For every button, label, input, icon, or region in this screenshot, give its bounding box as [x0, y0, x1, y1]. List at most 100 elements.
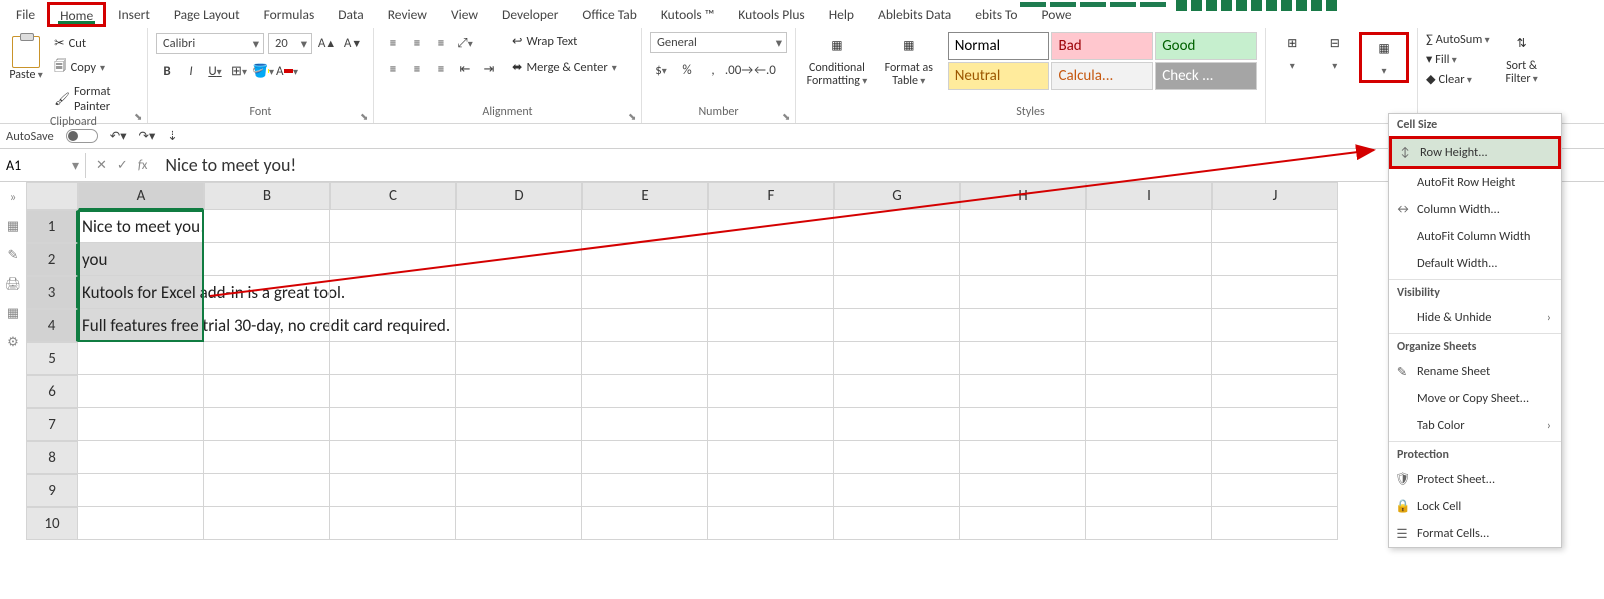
dialog-launcher-icon[interactable]: ⬊	[360, 110, 370, 120]
menu-autofit-row[interactable]: AutoFit Row Height	[1389, 169, 1561, 196]
clear-button[interactable]: ◆ Clear	[1426, 71, 1490, 87]
cell-a4[interactable]: Full features free trial 30-day, no cred…	[78, 309, 204, 342]
autosave-toggle[interactable]	[66, 129, 98, 143]
style-neutral[interactable]: Neutral	[948, 62, 1050, 90]
tab-file[interactable]: File	[4, 2, 47, 27]
autosum-button[interactable]: ∑ AutoSum	[1426, 32, 1490, 47]
menu-lock-cell[interactable]: 🔒Lock Cell	[1389, 493, 1561, 520]
format-cells-button[interactable]: ▦	[1364, 37, 1404, 78]
align-bottom-button[interactable]: ≡	[430, 32, 452, 54]
col-header-i[interactable]: I	[1086, 182, 1212, 210]
font-name-select[interactable]: Calibri	[156, 33, 264, 54]
cancel-formula-button[interactable]: ✕	[96, 158, 107, 173]
decrease-decimal-button[interactable]: ←.0	[754, 59, 776, 81]
formula-input[interactable]: Nice to meet you!	[157, 150, 1604, 180]
tab-data[interactable]: Data	[326, 2, 375, 27]
format-as-table-button[interactable]: ▦Format as Table	[876, 34, 942, 88]
font-size-select[interactable]: 20	[268, 33, 312, 54]
menu-row-height[interactable]: ↕Row Height...	[1392, 139, 1558, 166]
menu-rename-sheet[interactable]: ✎Rename Sheet	[1389, 358, 1561, 385]
indent-decrease-button[interactable]: ⇤	[454, 58, 476, 80]
row-header[interactable]: 3	[26, 276, 78, 309]
tab-ablebits[interactable]: Ablebits Data	[866, 2, 963, 27]
italic-button[interactable]: I	[180, 60, 202, 82]
paste-button[interactable]: Paste	[8, 32, 44, 115]
col-header-b[interactable]: B	[204, 182, 330, 210]
menu-hide-unhide[interactable]: Hide & Unhide	[1389, 304, 1561, 331]
align-top-button[interactable]: ≡	[382, 32, 404, 54]
style-bad[interactable]: Bad	[1051, 32, 1153, 60]
menu-move-copy[interactable]: Move or Copy Sheet...	[1389, 385, 1561, 412]
fill-button[interactable]: ▾ Fill	[1426, 51, 1490, 67]
cell-a3[interactable]: Kutools for Excel add-in is a great tool…	[78, 276, 204, 309]
grid-icon[interactable]: ▦	[7, 306, 19, 321]
increase-font-button[interactable]: A▲	[316, 32, 338, 54]
cell-a1[interactable]: Nice to meet you!	[78, 210, 204, 243]
copy-button[interactable]: Copy	[50, 56, 139, 79]
col-header-g[interactable]: G	[834, 182, 960, 210]
menu-column-width[interactable]: ↔Column Width...	[1389, 196, 1561, 223]
tab-review[interactable]: Review	[376, 2, 439, 27]
number-format-select[interactable]: General	[650, 32, 787, 53]
cell-styles-gallery[interactable]: Normal Bad Good Neutral Calcula... Check…	[948, 32, 1257, 90]
row-header[interactable]: 1	[26, 210, 78, 243]
accounting-format-button[interactable]: $	[650, 59, 672, 81]
settings-icon[interactable]: ⚙	[7, 335, 19, 350]
underline-button[interactable]: U	[204, 60, 226, 82]
border-button[interactable]: ⊞	[228, 60, 250, 82]
row-header[interactable]: 8	[26, 441, 78, 474]
name-box[interactable]: A1▾	[0, 153, 86, 178]
menu-tab-color[interactable]: Tab Color	[1389, 412, 1561, 439]
insert-cells-button[interactable]: ⊞	[1274, 32, 1311, 83]
conditional-formatting-button[interactable]: ▦Conditional Formatting	[804, 34, 870, 88]
style-calculation[interactable]: Calcula...	[1051, 62, 1153, 90]
row-header[interactable]: 4	[26, 309, 78, 342]
tab-office-tab[interactable]: Office Tab	[570, 2, 648, 27]
fill-color-button[interactable]: 🪣	[252, 60, 274, 82]
tab-view[interactable]: View	[439, 2, 490, 27]
tab-page-layout[interactable]: Page Layout	[162, 2, 252, 27]
enter-formula-button[interactable]: ✓	[117, 158, 128, 173]
col-header-c[interactable]: C	[330, 182, 456, 210]
row-header[interactable]: 2	[26, 243, 78, 276]
decrease-font-button[interactable]: A▼	[342, 32, 364, 54]
style-check[interactable]: Check ...	[1155, 62, 1257, 90]
tab-formulas[interactable]: Formulas	[252, 2, 327, 27]
dialog-launcher-icon[interactable]: ⬊	[628, 110, 638, 120]
tab-developer[interactable]: Developer	[490, 2, 570, 27]
row-header[interactable]: 10	[26, 507, 78, 540]
wrap-text-button[interactable]: ↩Wrap Text	[508, 32, 621, 50]
fx-button[interactable]: fx	[138, 158, 148, 173]
indent-increase-button[interactable]: ⇥	[478, 58, 500, 80]
style-good[interactable]: Good	[1155, 32, 1257, 60]
align-right-button[interactable]: ≡	[430, 58, 452, 80]
delete-cells-button[interactable]: ⊟	[1317, 32, 1354, 83]
menu-default-width[interactable]: Default Width...	[1389, 250, 1561, 277]
orientation-button[interactable]: ⤢	[454, 32, 476, 54]
increase-decimal-button[interactable]: .00→	[728, 59, 750, 81]
dialog-launcher-icon[interactable]: ⬊	[134, 110, 144, 120]
merge-center-button[interactable]: ⬌Merge & Center	[508, 58, 621, 76]
sort-filter-button[interactable]: ⇅Sort & Filter	[1500, 32, 1544, 87]
col-header-f[interactable]: F	[708, 182, 834, 210]
align-middle-button[interactable]: ≡	[406, 32, 428, 54]
nav-icon[interactable]: ▦	[7, 219, 19, 234]
col-header-d[interactable]: D	[456, 182, 582, 210]
comma-button[interactable]: ,	[702, 59, 724, 81]
tab-home[interactable]: Home	[47, 2, 106, 27]
align-center-button[interactable]: ≡	[406, 58, 428, 80]
tab-kutools[interactable]: Kutools ™	[649, 2, 726, 27]
row-header[interactable]: 6	[26, 375, 78, 408]
col-header-h[interactable]: H	[960, 182, 1086, 210]
font-color-button[interactable]: A	[276, 60, 298, 82]
menu-autofit-col[interactable]: AutoFit Column Width	[1389, 223, 1561, 250]
style-normal[interactable]: Normal	[948, 32, 1050, 60]
redo-button[interactable]: ↷▾	[138, 128, 155, 144]
menu-format-cells[interactable]: ☰Format Cells...	[1389, 520, 1561, 547]
row-header[interactable]: 5	[26, 342, 78, 375]
align-left-button[interactable]: ≡	[382, 58, 404, 80]
tab-help[interactable]: Help	[817, 2, 866, 27]
tab-insert[interactable]: Insert	[106, 2, 162, 27]
qat-customize-button[interactable]: ⇣	[167, 128, 177, 144]
select-all-corner[interactable]	[26, 182, 78, 210]
